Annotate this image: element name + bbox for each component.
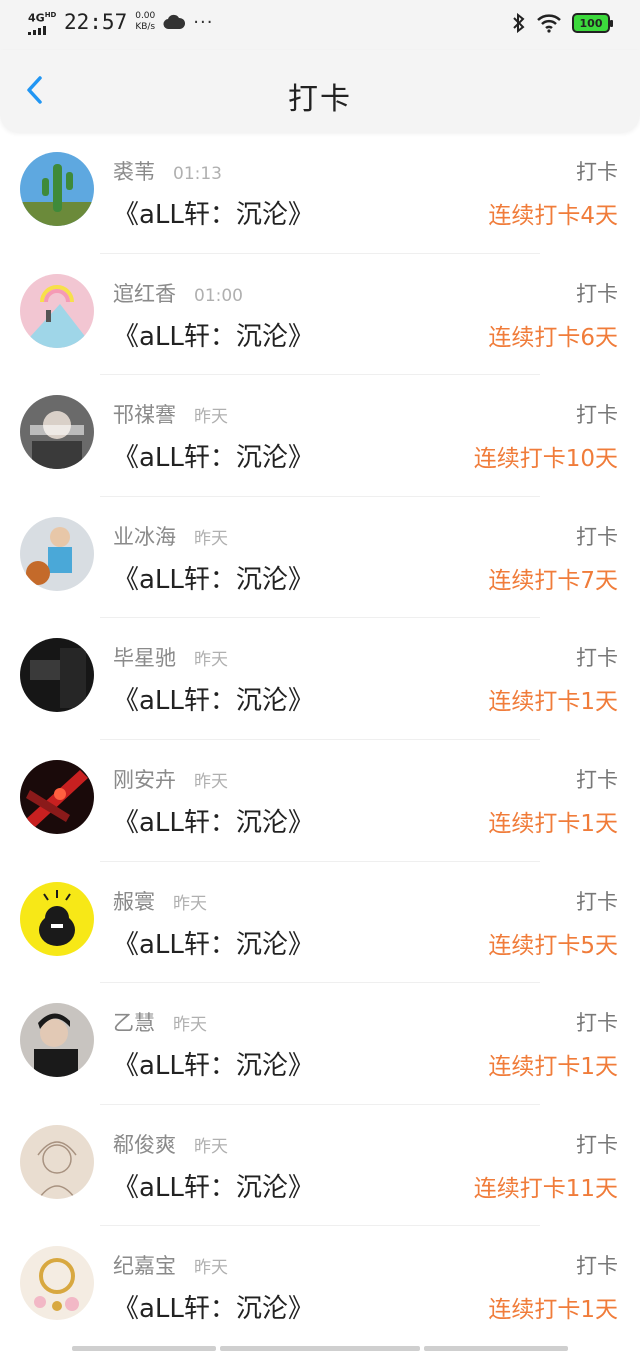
checkin-time: 昨天 <box>194 528 228 549</box>
checkin-time: 01:00 <box>194 285 243 306</box>
network-hd-label: HD <box>44 11 57 19</box>
checkin-time: 昨天 <box>194 650 228 671</box>
checkin-label: 打卡 <box>576 1011 618 1036</box>
checkin-time: 昨天 <box>173 893 207 914</box>
book-title[interactable]: 《aLL轩：沉沦》 <box>113 437 314 474</box>
user-name[interactable]: 郗俊爽 <box>113 1129 176 1159</box>
streak-count: 连续打卡1天 <box>488 1054 618 1081</box>
avatar[interactable] <box>20 152 94 226</box>
bottom-scroll-indicator <box>72 1346 568 1351</box>
streak-count: 连续打卡11天 <box>473 1175 618 1202</box>
streak-count: 连续打卡7天 <box>488 567 618 594</box>
streak-count: 连续打卡1天 <box>488 689 618 716</box>
list-item[interactable]: 裘苇 01:13 《aLL轩：沉沦》 打卡 连续打卡4天 <box>0 132 640 254</box>
checkin-label: 打卡 <box>576 524 618 549</box>
list-item[interactable]: 刚安卉 昨天 《aLL轩：沉沦》 打卡 连续打卡1天 <box>0 740 640 862</box>
checkin-label: 打卡 <box>576 1254 618 1279</box>
checkin-label: 打卡 <box>576 281 618 306</box>
book-title[interactable]: 《aLL轩：沉沦》 <box>113 1167 314 1204</box>
list-item[interactable]: 郗俊爽 昨天 《aLL轩：沉沦》 打卡 连续打卡11天 <box>0 1105 640 1227</box>
network-speed: 0.00 KB/s <box>135 11 155 33</box>
checkin-label: 打卡 <box>576 889 618 914</box>
streak-count: 连续打卡5天 <box>488 932 618 959</box>
avatar[interactable] <box>20 1003 94 1078</box>
bluetooth-icon <box>513 13 525 33</box>
cloud-icon <box>163 15 186 30</box>
list-item[interactable]: 乙慧 昨天 《aLL轩：沉沦》 打卡 连续打卡1天 <box>0 983 640 1105</box>
list-item[interactable]: 毕星驰 昨天 《aLL轩：沉沦》 打卡 连续打卡1天 <box>0 618 640 740</box>
streak-count: 连续打卡10天 <box>473 446 618 473</box>
streak-count: 连续打卡1天 <box>488 810 618 837</box>
avatar[interactable] <box>20 395 94 470</box>
page-title: 打卡 <box>288 82 352 117</box>
user-name[interactable]: 刚安卉 <box>113 764 176 794</box>
list-item[interactable]: 邗禖謇 昨天 《aLL轩：沉沦》 打卡 连续打卡10天 <box>0 375 640 497</box>
list-item[interactable]: 逭红香 01:00 《aLL轩：沉沦》 打卡 连续打卡6天 <box>0 254 640 376</box>
checkin-list: 裘苇 01:13 《aLL轩：沉沦》 打卡 连续打卡4天 逭红香 01:00 《… <box>0 132 640 1348</box>
speed-unit: KB/s <box>135 22 156 33</box>
book-title[interactable]: 《aLL轩：沉沦》 <box>113 559 314 596</box>
checkin-time: 昨天 <box>194 1136 228 1157</box>
user-name[interactable]: 纪嘉宝 <box>113 1250 176 1280</box>
battery-level: 100 <box>579 16 603 30</box>
book-title[interactable]: 《aLL轩：沉沦》 <box>113 316 314 353</box>
speed-value: 0.00 <box>135 11 156 22</box>
list-item[interactable]: 业冰海 昨天 《aLL轩：沉沦》 打卡 连续打卡7天 <box>0 497 640 619</box>
user-name[interactable]: 逭红香 <box>113 278 176 308</box>
checkin-label: 打卡 <box>576 160 618 184</box>
list-item[interactable]: 赧寰 昨天 《aLL轩：沉沦》 打卡 连续打卡5天 <box>0 862 640 984</box>
list-item[interactable]: 纪嘉宝 昨天 《aLL轩：沉沦》 打卡 连续打卡1天 <box>0 1226 640 1348</box>
checkin-time: 昨天 <box>194 771 228 792</box>
network-indicator: 4GHD <box>28 10 56 35</box>
checkin-label: 打卡 <box>576 646 618 671</box>
book-title[interactable]: 《aLL轩：沉沦》 <box>113 1045 314 1082</box>
user-name[interactable]: 赧寰 <box>113 886 155 916</box>
more-notifications-icon: ··· <box>193 11 214 33</box>
avatar[interactable] <box>20 759 94 834</box>
user-name[interactable]: 业冰海 <box>113 521 176 551</box>
book-title[interactable]: 《aLL轩：沉沦》 <box>113 680 314 717</box>
checkin-label: 打卡 <box>576 1132 618 1157</box>
wifi-icon <box>537 14 561 33</box>
user-name[interactable]: 邗禖謇 <box>113 399 176 429</box>
signal-icon <box>28 25 56 35</box>
avatar[interactable] <box>20 273 94 348</box>
user-name[interactable]: 毕星驰 <box>113 642 176 672</box>
streak-count: 连续打卡1天 <box>488 1297 618 1324</box>
status-bar: 4GHD 22:57 0.00 KB/s ··· 100 <box>0 0 640 50</box>
checkin-time: 昨天 <box>173 1015 207 1036</box>
checkin-time: 昨天 <box>194 1258 228 1279</box>
checkin-label: 打卡 <box>576 403 618 428</box>
user-name[interactable]: 乙慧 <box>113 1007 155 1037</box>
user-name[interactable]: 裘苇 <box>113 156 155 186</box>
avatar[interactable] <box>20 1124 94 1199</box>
book-title[interactable]: 《aLL轩：沉沦》 <box>113 1288 314 1325</box>
avatar[interactable] <box>20 881 94 956</box>
checkin-label: 打卡 <box>576 767 618 792</box>
checkin-time: 01:13 <box>173 164 222 184</box>
status-time: 22:57 <box>64 10 128 35</box>
avatar[interactable] <box>20 516 94 591</box>
avatar[interactable] <box>20 1246 94 1321</box>
book-title[interactable]: 《aLL轩：沉沦》 <box>113 194 314 231</box>
checkin-time: 昨天 <box>194 407 228 428</box>
page-header: 打卡 <box>0 50 640 132</box>
book-title[interactable]: 《aLL轩：沉沦》 <box>113 924 314 961</box>
streak-count: 连续打卡4天 <box>488 203 618 229</box>
avatar[interactable] <box>20 638 94 713</box>
streak-count: 连续打卡6天 <box>488 324 618 351</box>
battery-icon: 100 <box>572 13 613 33</box>
book-title[interactable]: 《aLL轩：沉沦》 <box>113 802 314 839</box>
network-label: 4G <box>28 11 45 25</box>
